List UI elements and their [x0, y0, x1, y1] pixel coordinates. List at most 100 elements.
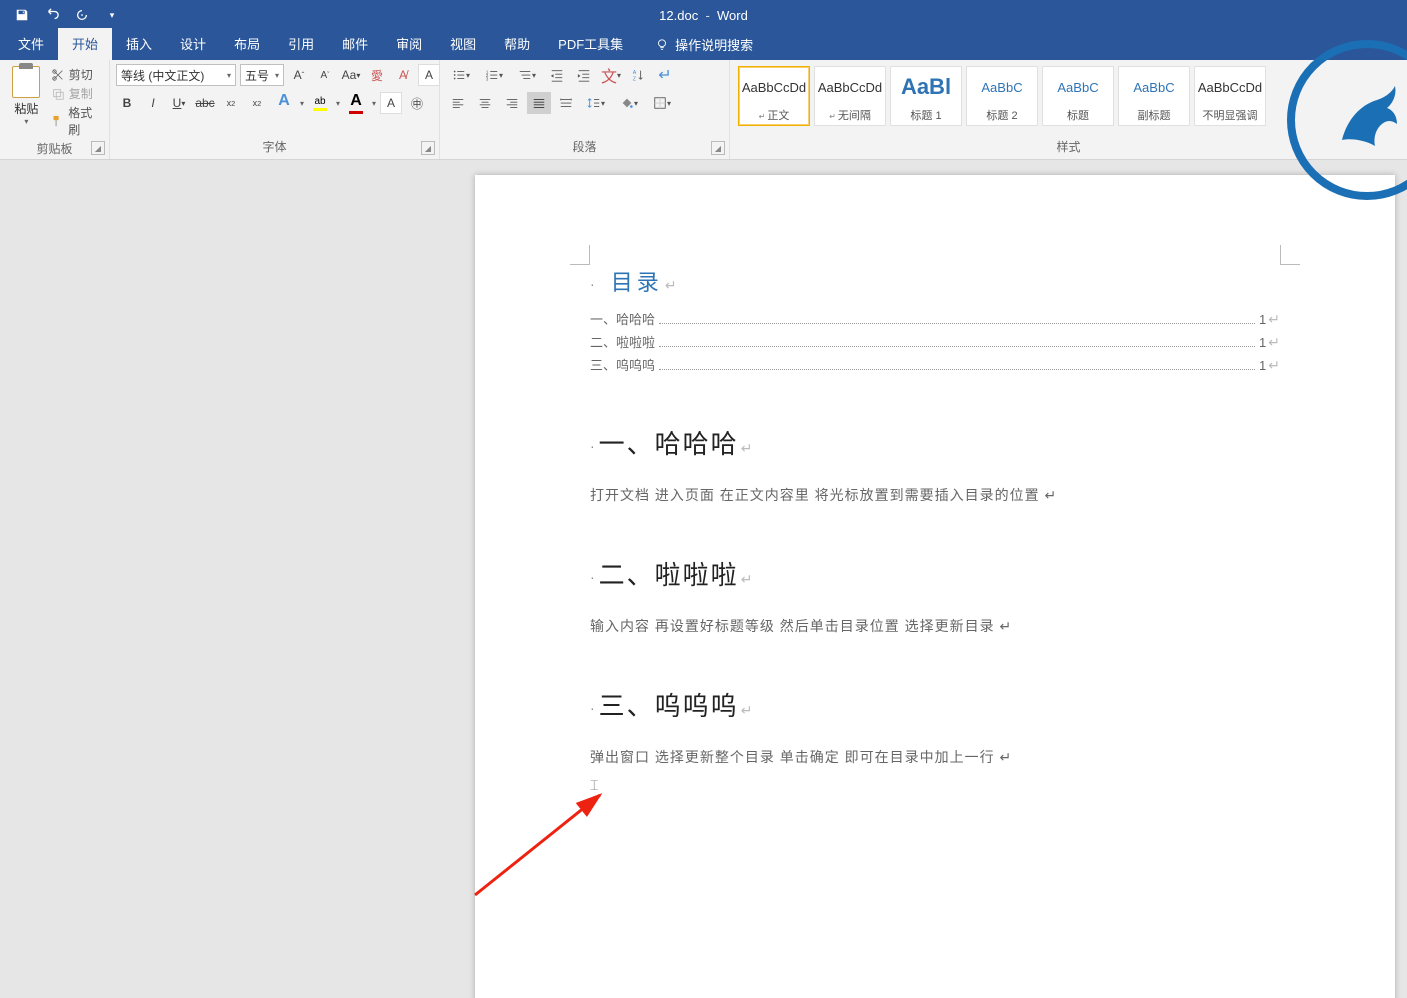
filename: 12.doc: [659, 8, 698, 23]
ribbon: 粘贴 ▾ 剪切 复制 格式刷 剪贴板 ◢: [0, 60, 1407, 160]
line-spacing-button[interactable]: ▾: [581, 92, 611, 114]
body-text[interactable]: 弹出窗口 选择更新整个目录 单击确定 即可在目录中加上一行 ↵: [590, 747, 1280, 767]
character-border-button[interactable]: A: [418, 64, 440, 86]
align-right-button[interactable]: [500, 92, 524, 114]
redo-button[interactable]: [68, 3, 96, 27]
tab-view[interactable]: 视图: [436, 28, 490, 60]
style-name: 标题 1: [910, 107, 941, 125]
toc-title-text: 目录: [611, 270, 663, 295]
multilevel-list-button[interactable]: ▾: [512, 64, 542, 86]
paragraph-dialog-launcher[interactable]: ◢: [711, 141, 725, 155]
borders-button[interactable]: ▾: [647, 92, 677, 114]
document-area[interactable]: 目录↵ 一、哈哈哈1↵二、啦啦啦1↵三、呜呜呜1↵ 一、哈哈哈↵打开文档 进入页…: [0, 160, 1407, 998]
show-marks-button[interactable]: ↵: [653, 64, 677, 86]
paste-label: 粘贴: [14, 100, 38, 117]
underline-button[interactable]: U▾: [168, 92, 190, 114]
tab-review[interactable]: 审阅: [382, 28, 436, 60]
italic-button[interactable]: I: [142, 92, 164, 114]
bullets-icon: [452, 68, 466, 82]
tab-design[interactable]: 设计: [166, 28, 220, 60]
toc-entry[interactable]: 一、哈哈哈1↵: [590, 309, 1280, 328]
clear-formatting-button[interactable]: A̸: [392, 64, 414, 86]
page[interactable]: 目录↵ 一、哈哈哈1↵二、啦啦啦1↵三、呜呜呜1↵ 一、哈哈哈↵打开文档 进入页…: [475, 175, 1395, 998]
copy-label: 复制: [69, 85, 93, 102]
distributed-button[interactable]: [554, 92, 578, 114]
toc-leader: [659, 323, 1255, 324]
heading-2[interactable]: 二、啦啦啦↵: [590, 555, 1280, 592]
save-button[interactable]: [8, 3, 36, 27]
tab-help[interactable]: 帮助: [490, 28, 544, 60]
group-paragraph: ▾ 123▾ ▾ 文▾ AZ ↵ ▾ ▾ ▾ 段落 ◢: [440, 60, 730, 159]
horse-icon: [1327, 80, 1407, 160]
font-name-combo[interactable]: 等线 (中文正文)▾: [116, 64, 236, 86]
style-item-1[interactable]: AaBbCcDd↵无间隔: [814, 66, 886, 126]
increase-indent-button[interactable]: [572, 64, 596, 86]
body-text[interactable]: 打开文档 进入页面 在正文内容里 将光标放置到需要插入目录的位置 ↵: [590, 485, 1280, 505]
strikethrough-button[interactable]: abc: [194, 92, 216, 114]
margin-corner-tr: [1280, 245, 1300, 265]
tell-me-search[interactable]: 操作说明搜索: [647, 29, 761, 60]
font-size-combo[interactable]: 五号▾: [240, 64, 284, 86]
shading-button[interactable]: ▾: [614, 92, 644, 114]
save-icon: [15, 8, 29, 22]
phonetic-guide-button[interactable]: 愛: [366, 64, 388, 86]
style-item-4[interactable]: AaBbC标题: [1042, 66, 1114, 126]
style-preview: AaBbCcDd: [1198, 67, 1262, 107]
character-shading-button[interactable]: A: [380, 92, 402, 114]
borders-icon: [653, 96, 667, 110]
tab-layout[interactable]: 布局: [220, 28, 274, 60]
text-effects-button[interactable]: A: [272, 92, 296, 114]
align-center-icon: [478, 96, 492, 110]
numbering-button[interactable]: 123▾: [479, 64, 509, 86]
toc-entry[interactable]: 二、啦啦啦1↵: [590, 332, 1280, 351]
tab-pdf[interactable]: PDF工具集: [544, 28, 637, 60]
align-center-button[interactable]: [473, 92, 497, 114]
bullets-button[interactable]: ▾: [446, 64, 476, 86]
lightbulb-icon: [655, 38, 669, 52]
bold-button[interactable]: B: [116, 92, 138, 114]
toc-entry[interactable]: 三、呜呜呜1↵: [590, 355, 1280, 374]
style-item-5[interactable]: AaBbC副标题: [1118, 66, 1190, 126]
paste-button[interactable]: 粘贴 ▾: [6, 64, 47, 126]
style-preview: AaBbC: [981, 67, 1022, 107]
body-text[interactable]: 输入内容 再设置好标题等级 然后单击目录位置 选择更新目录 ↵: [590, 616, 1280, 636]
superscript-button[interactable]: x2: [246, 92, 268, 114]
tab-references[interactable]: 引用: [274, 28, 328, 60]
asian-layout-button[interactable]: 文▾: [599, 64, 623, 86]
font-dialog-launcher[interactable]: ◢: [421, 141, 435, 155]
qat-customize[interactable]: ▾: [98, 3, 126, 27]
numbering-icon: 123: [485, 68, 499, 82]
undo-button[interactable]: [38, 3, 66, 27]
tab-file[interactable]: 文件: [4, 28, 58, 60]
enclose-characters-button[interactable]: ㊥: [406, 92, 428, 114]
style-item-0[interactable]: AaBbCcDd↵正文: [738, 66, 810, 126]
style-preview: AaBbCcDd: [818, 67, 882, 107]
tab-home[interactable]: 开始: [58, 28, 112, 60]
cut-button[interactable]: 剪切: [51, 66, 103, 83]
style-item-6[interactable]: AaBbCcDd不明显强调: [1194, 66, 1266, 126]
justify-button[interactable]: [527, 92, 551, 114]
decrease-indent-button[interactable]: [545, 64, 569, 86]
style-item-3[interactable]: AaBbC标题 2: [966, 66, 1038, 126]
change-case-button[interactable]: Aa▾: [340, 64, 362, 86]
align-left-button[interactable]: [446, 92, 470, 114]
quick-access-toolbar: ▾: [0, 3, 126, 27]
copy-button[interactable]: 复制: [51, 85, 103, 102]
tab-mailings[interactable]: 邮件: [328, 28, 382, 60]
format-painter-button[interactable]: 格式刷: [51, 104, 103, 138]
undo-icon: [45, 8, 59, 22]
heading-3[interactable]: 三、呜呜呜↵: [590, 686, 1280, 723]
cut-label: 剪切: [69, 66, 93, 83]
toc-text: 三、呜呜呜: [590, 355, 655, 374]
group-clipboard: 粘贴 ▾ 剪切 复制 格式刷 剪贴板 ◢: [0, 60, 110, 159]
highlight-button[interactable]: ab: [308, 96, 332, 111]
style-item-2[interactable]: AaBl标题 1: [890, 66, 962, 126]
heading-1[interactable]: 一、哈哈哈↵: [590, 424, 1280, 461]
clipboard-dialog-launcher[interactable]: ◢: [91, 141, 105, 155]
sort-button[interactable]: AZ: [626, 64, 650, 86]
shrink-font-button[interactable]: Aˇ: [314, 64, 336, 86]
subscript-button[interactable]: x2: [220, 92, 242, 114]
grow-font-button[interactable]: Aˆ: [288, 64, 310, 86]
font-color-button[interactable]: A: [344, 92, 368, 114]
tab-insert[interactable]: 插入: [112, 28, 166, 60]
